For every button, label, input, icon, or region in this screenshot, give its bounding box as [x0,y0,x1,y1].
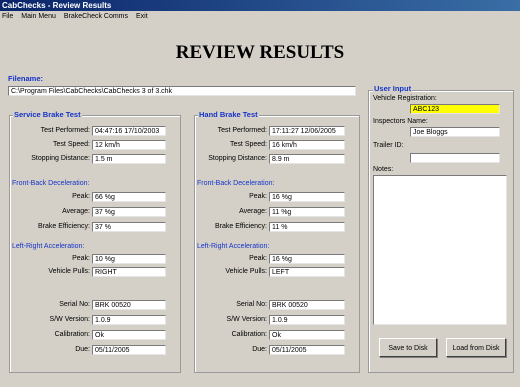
hand-stopping-distance-label: Stopping Distance: [208,155,267,162]
service-test-speed-field[interactable]: 12 km/h [92,140,166,150]
load-from-disk-button[interactable]: Load from Disk [446,338,506,357]
service-test-performed-label: Test Performed: [40,127,90,134]
hand-calibration-label: Calibration: [231,331,267,338]
trailer-label: Trailer ID: [373,142,404,149]
service-peak-field[interactable]: 66 %g [92,192,166,202]
hand-sw-version-field[interactable]: 1.0.9 [269,315,345,325]
service-serial-label: Serial No: [59,301,90,308]
service-sw-version-label: S/W Version: [49,316,90,323]
service-lr-title: Left-Right Acceleration: [12,243,85,250]
service-calibration-label: Calibration: [54,331,90,338]
service-brake-eff-field[interactable]: 37 % [92,222,166,232]
hand-calibration-field[interactable]: Ok [269,330,345,340]
service-brake-title: Service Brake Test [13,110,82,119]
hand-test-speed-field[interactable]: 16 km/h [269,140,345,150]
hand-peak-field[interactable]: 16 %g [269,192,345,202]
vehicle-reg-label: Vehicle Registration: [373,95,437,102]
hand-brake-eff-label: Brake Efficiency: [214,223,267,230]
service-due-field[interactable]: 05/11/2005 [92,345,166,355]
hand-vehicle-pulls-field[interactable]: LEFT [269,267,345,277]
service-calibration-field[interactable]: Ok [92,330,166,340]
hand-test-performed-label: Test Performed: [217,127,267,134]
menu-file[interactable]: File [2,13,13,20]
hand-brake-title: Hand Brake Test [198,110,259,119]
hand-brake-eff-field[interactable]: 11 % [269,222,345,232]
service-average-label: Average: [62,208,90,215]
hand-test-performed-field[interactable]: 17:11:27 12/06/2005 [269,126,345,136]
hand-test-speed-label: Test Speed: [230,141,267,148]
service-serial-field[interactable]: BRK 00520 [92,300,166,310]
filename-label: Filename: [8,74,44,83]
hand-peak-label: Peak: [249,193,267,200]
service-brake-eff-label: Brake Efficiency: [37,223,90,230]
hand-due-field[interactable]: 05/11/2005 [269,345,345,355]
service-lr-peak-field[interactable]: 10 %g [92,254,166,264]
hand-serial-field[interactable]: BRK 00520 [269,300,345,310]
hand-lr-title: Left-Right Acceleration: [197,243,270,250]
page-title: REVIEW RESULTS [175,42,345,63]
hand-fb-title: Front-Back Deceleration: [197,180,275,187]
service-average-field[interactable]: 37 %g [92,207,166,217]
service-lr-peak-label: Peak: [72,255,90,262]
vehicle-reg-field[interactable]: ABC123 [410,104,500,114]
user-input-title: User Input [373,84,413,93]
trailer-field[interactable] [410,153,500,163]
save-to-disk-button[interactable]: Save to Disk [379,338,437,357]
service-test-speed-label: Test Speed: [53,141,90,148]
menu-main-menu[interactable]: Main Menu [21,13,56,20]
service-vehicle-pulls-label: Vehicle Pulls: [48,268,90,275]
hand-average-field[interactable]: 11 %g [269,207,345,217]
hand-due-label: Due: [252,346,267,353]
hand-serial-label: Serial No: [236,301,267,308]
service-test-performed-field[interactable]: 04:47:16 17/10/2003 [92,126,166,136]
filename-field[interactable]: C:\Program Files\CabChecks\CabChecks 3 o… [8,86,356,96]
service-stopping-distance-label: Stopping Distance: [31,155,90,162]
service-due-label: Due: [75,346,90,353]
hand-stopping-distance-field[interactable]: 8.9 m [269,154,345,164]
window-title-bar: CabChecks - Review Results [0,0,520,11]
hand-sw-version-label: S/W Version: [226,316,267,323]
notes-textarea[interactable] [373,175,507,325]
menu-exit[interactable]: Exit [136,13,148,20]
window-title: CabChecks - Review Results [2,1,112,10]
service-fb-title: Front-Back Deceleration: [12,180,90,187]
menu-brakecheck-comms[interactable]: BrakeCheck Comms [64,13,128,20]
service-sw-version-field[interactable]: 1.0.9 [92,315,166,325]
hand-average-label: Average: [239,208,267,215]
notes-label: Notes: [373,166,394,173]
inspector-field[interactable]: Joe Bloggs [410,127,500,137]
menu-bar: File Main Menu BrakeCheck Comms Exit [0,11,520,22]
service-peak-label: Peak: [72,193,90,200]
service-stopping-distance-field[interactable]: 1.5 m [92,154,166,164]
service-vehicle-pulls-field[interactable]: RIGHT [92,267,166,277]
hand-lr-peak-label: Peak: [249,255,267,262]
hand-lr-peak-field[interactable]: 16 %g [269,254,345,264]
inspector-label: Inspectors Name: [373,118,428,125]
hand-vehicle-pulls-label: Vehicle Pulls: [225,268,267,275]
